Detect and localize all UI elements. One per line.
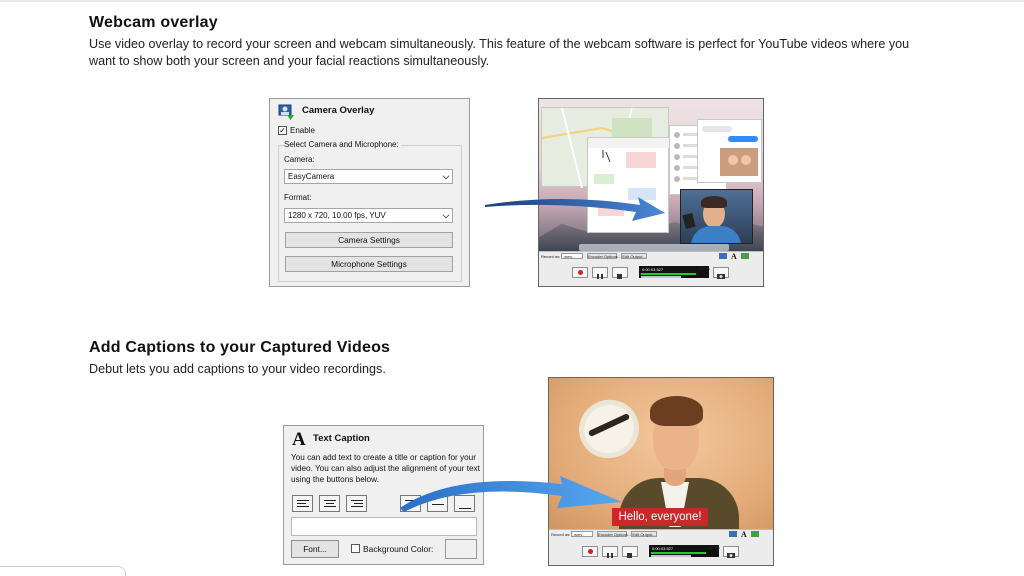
dock-bar <box>579 244 729 251</box>
text-caption-description: You can add text to create a title or ca… <box>291 453 480 484</box>
pause-button[interactable] <box>592 267 608 279</box>
position-middle-button[interactable] <box>427 495 448 512</box>
font-button[interactable]: Font... <box>291 540 339 558</box>
webcam-feed-overlay <box>680 189 753 244</box>
webcam-overlay-paragraph: Use video overlay to record your screen … <box>89 37 910 68</box>
pause-button[interactable] <box>602 546 618 558</box>
chevron-down-icon <box>442 172 450 180</box>
fps-display: 10 fps <box>709 545 720 550</box>
camera-overlay-dialog: Camera Overlay ✓ Enable Select Camera an… <box>269 98 470 287</box>
calendar-window <box>587 137 670 233</box>
person-hair <box>650 396 703 426</box>
text-caption-title: Text Caption <box>313 433 370 444</box>
caption-preview-screenshot: Hello, everyone! Record as: .wmv Encoder… <box>548 377 774 566</box>
caption-overlay-text: Hello, everyone! <box>612 508 708 526</box>
camera-icon <box>717 274 725 279</box>
encoder-options-button[interactable]: Encoder Options... <box>587 253 621 259</box>
chat-bubbles-graphic <box>702 126 758 176</box>
add-captions-heading: Add Captions to your Captured Videos <box>89 339 391 356</box>
stop-icon <box>627 553 632 558</box>
camera-select-value: EasyCamera <box>288 172 335 181</box>
caption-text-icon[interactable]: A <box>731 252 737 261</box>
page-top-border <box>0 0 1024 2</box>
recording-time: 0:00:03.527 <box>642 267 664 272</box>
webcam-phone <box>682 212 696 230</box>
align-right-button[interactable] <box>346 495 367 512</box>
snapshot-button[interactable] <box>713 267 729 279</box>
image-overlay-icon[interactable] <box>751 531 759 537</box>
webcam-icon <box>278 104 294 120</box>
audio-level-bar <box>651 552 706 554</box>
text-caption-dialog: A Text Caption You can add text to creat… <box>283 425 484 565</box>
format-dropdown[interactable]: .wmv <box>561 253 583 259</box>
stop-button[interactable] <box>612 267 628 279</box>
stop-button[interactable] <box>622 546 638 558</box>
camera-icon <box>727 553 735 558</box>
audio-level-bar-secondary <box>641 276 681 278</box>
caption-text-icon[interactable]: A <box>741 530 747 539</box>
record-button[interactable] <box>572 267 588 278</box>
encoder-options-button[interactable]: Encoder Options... <box>597 531 631 537</box>
webcam-shirt <box>691 226 741 243</box>
enable-label: Enable <box>290 126 315 135</box>
select-camera-group-label: Select Camera and Microphone: <box>284 140 401 149</box>
webcam-overlay-screenshot: Record as: .wmv Encoder Options... Edit … <box>538 98 764 287</box>
camera-label: Camera: <box>284 155 315 164</box>
audio-level-bar-secondary <box>651 555 691 557</box>
image-overlay-icon[interactable] <box>741 253 749 259</box>
camera-overlay-title: Camera Overlay <box>302 105 375 116</box>
monitor-icon[interactable] <box>729 531 737 537</box>
pause-icon <box>607 553 613 558</box>
bottom-widget-edge <box>0 566 126 576</box>
monitor-icon[interactable] <box>719 253 727 259</box>
enable-checkbox[interactable]: ✓ <box>278 126 287 135</box>
chat-window <box>697 119 762 183</box>
webcam-hair <box>701 196 727 208</box>
add-captions-paragraph: Debut lets you add captions to your vide… <box>89 362 386 376</box>
calendar-grid-graphic <box>588 138 670 216</box>
record-as-label: Record as: <box>541 254 561 259</box>
pause-icon <box>597 274 603 279</box>
record-button[interactable] <box>582 546 598 557</box>
align-center-button[interactable] <box>319 495 340 512</box>
recorder-toolbar-preview: Record as: .wmv Encoder Options... Edit … <box>549 529 773 565</box>
microphone-settings-button[interactable]: Microphone Settings <box>285 256 453 272</box>
audio-level-bar <box>641 273 696 275</box>
format-select-value: 1280 x 720, 10.00 fps, YUV <box>288 211 386 220</box>
camera-select[interactable]: EasyCamera <box>284 169 453 184</box>
text-caption-icon: A <box>292 429 306 450</box>
recording-time: 0:00:03.527 <box>652 546 674 551</box>
recorder-toolbar: Record as: .wmv Encoder Options... Edit … <box>539 251 763 286</box>
fps-display: 10 fps <box>699 266 710 271</box>
record-as-label: Record as: <box>551 532 571 537</box>
align-left-button[interactable] <box>292 495 313 512</box>
background-color-swatch[interactable] <box>445 539 477 559</box>
edit-output-button[interactable]: Edit Output... <box>621 253 647 259</box>
webcam-overlay-heading: Webcam overlay <box>89 14 218 31</box>
snapshot-button[interactable] <box>723 546 739 558</box>
position-bottom-button[interactable] <box>454 495 475 512</box>
position-top-button[interactable] <box>400 495 421 512</box>
format-label: Format: <box>284 193 312 202</box>
camera-settings-button[interactable]: Camera Settings <box>285 232 453 248</box>
background-color-label: Background Color: <box>363 544 434 554</box>
stop-icon <box>617 274 622 279</box>
format-select[interactable]: 1280 x 720, 10.00 fps, YUV <box>284 208 453 223</box>
background-color-checkbox[interactable] <box>351 544 360 553</box>
edit-output-button[interactable]: Edit Output... <box>631 531 657 537</box>
chevron-down-icon <box>442 211 450 219</box>
format-dropdown[interactable]: .wmv <box>571 531 593 537</box>
person-neck <box>664 468 686 486</box>
caption-text-input[interactable] <box>291 517 477 536</box>
